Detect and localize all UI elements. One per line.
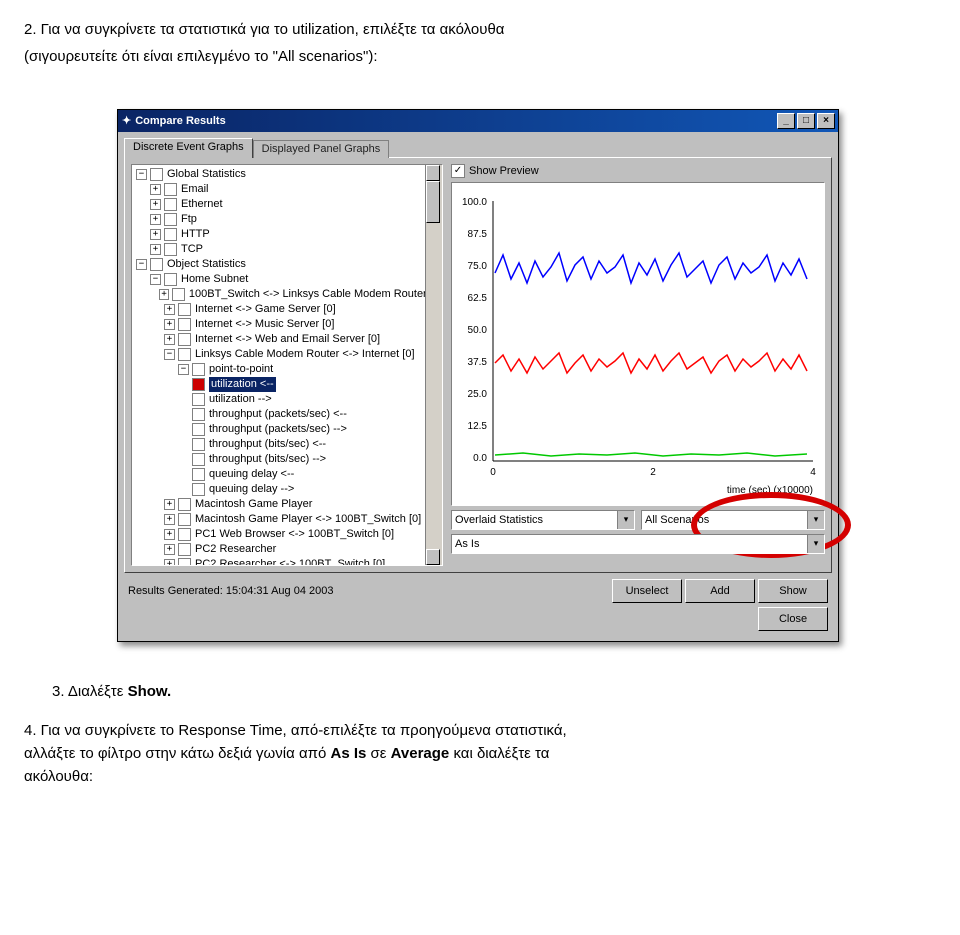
close-button[interactable]: Close: [758, 607, 828, 631]
close-window-button[interactable]: ×: [817, 113, 835, 129]
tree-node[interactable]: Ftp: [181, 212, 197, 227]
tree-node[interactable]: PC2 Researcher: [195, 542, 276, 557]
svg-text:75.0: 75.0: [468, 261, 488, 272]
step3-show: Show.: [128, 683, 172, 700]
svg-text:100.0: 100.0: [462, 197, 487, 208]
svg-text:37.5: 37.5: [468, 357, 488, 368]
app-icon: ✦: [122, 114, 131, 127]
tree-node[interactable]: queuing delay -->: [209, 482, 294, 497]
chevron-down-icon: ▾: [807, 535, 824, 553]
svg-text:50.0: 50.0: [468, 325, 488, 336]
svg-text:0.0: 0.0: [473, 453, 487, 464]
tree-node[interactable]: Ethernet: [181, 197, 223, 212]
svg-text:0: 0: [490, 467, 496, 478]
tree-node[interactable]: Internet <-> Game Server [0]: [195, 302, 336, 317]
show-button[interactable]: Show: [758, 579, 828, 603]
svg-text:87.5: 87.5: [468, 229, 488, 240]
results-generated-label: Results Generated: 15:04:31 Aug 04 2003: [128, 585, 334, 597]
svg-text:62.5: 62.5: [468, 293, 488, 304]
tree-node[interactable]: Internet <-> Music Server [0]: [195, 317, 334, 332]
step3-text: 3. Διαλέξτε: [52, 683, 128, 700]
checked-icon[interactable]: [192, 378, 205, 391]
tree-node[interactable]: throughput (packets/sec) -->: [209, 422, 347, 437]
step2-line2: (σιγουρευτείτε ότι είναι επιλεγμένο το "…: [24, 48, 378, 65]
tab-discrete-event-graphs[interactable]: Discrete Event Graphs: [124, 138, 253, 158]
collapse-icon[interactable]: −: [136, 169, 147, 180]
svg-text:12.5: 12.5: [468, 421, 488, 432]
scenario-select[interactable]: All Scenarios ▾: [641, 510, 825, 530]
preview-plot: 100.0 87.5 75.0 62.5 50.0 37.5 25.0 12.5…: [451, 182, 825, 506]
filter-select[interactable]: As Is ▾: [451, 534, 825, 554]
tree-node[interactable]: Global Statistics: [167, 167, 246, 182]
unselect-button[interactable]: Unselect: [612, 579, 682, 603]
tree-node[interactable]: HTTP: [181, 227, 210, 242]
svg-text:2: 2: [650, 467, 656, 478]
tree-node[interactable]: Macintosh Game Player <-> 100BT_Switch […: [195, 512, 421, 527]
step2-line1: 2. Για να συγκρίνετε τα στατιστικά για τ…: [24, 21, 504, 38]
display-mode-select[interactable]: Overlaid Statistics ▾: [451, 510, 635, 530]
tree-node[interactable]: TCP: [181, 242, 203, 257]
tree-node[interactable]: Internet <-> Web and Email Server [0]: [195, 332, 380, 347]
add-button[interactable]: Add: [685, 579, 755, 603]
tree-node-selected[interactable]: utilization <--: [209, 377, 276, 392]
tree-node[interactable]: point-to-point: [209, 362, 273, 377]
svg-text:25.0: 25.0: [468, 389, 488, 400]
tree-node[interactable]: throughput (packets/sec) <--: [209, 407, 347, 422]
tree-node[interactable]: PC1 Web Browser <-> 100BT_Switch [0]: [195, 527, 394, 542]
tree-scrollbar[interactable]: [425, 165, 442, 565]
tab-panel: −Global Statistics +Email +Ethernet +Ftp…: [124, 157, 832, 573]
tree-node[interactable]: Linksys Cable Modem Router <-> Internet …: [195, 347, 415, 362]
expand-icon[interactable]: +: [150, 184, 161, 195]
selectors-row: Overlaid Statistics ▾ All Scenarios ▾: [451, 510, 825, 530]
tree-node[interactable]: queuing delay <--: [209, 467, 294, 482]
instruction-step-2: 2. Για να συγκρίνετε τα στατιστικά για τ…: [24, 18, 932, 69]
tab-displayed-panel-graphs[interactable]: Displayed Panel Graphs: [253, 140, 390, 158]
bottom-bar: Results Generated: 15:04:31 Aug 04 2003 …: [124, 573, 832, 607]
tree-node[interactable]: PC2 Researcher <-> 100BT_Switch [0]: [195, 557, 385, 566]
tree-node[interactable]: Email: [181, 182, 209, 197]
statistics-tree[interactable]: −Global Statistics +Email +Ethernet +Ftp…: [131, 164, 443, 566]
show-preview-checkbox[interactable]: ✓ Show Preview: [451, 164, 825, 178]
instruction-step-3-4: 3. Διαλέξτε Show. 4. Για να συγκρίνετε τ…: [24, 680, 932, 789]
tree-node[interactable]: throughput (bits/sec) <--: [209, 437, 326, 452]
minimize-button[interactable]: _: [777, 113, 795, 129]
tree-node[interactable]: throughput (bits/sec) -->: [209, 452, 326, 467]
svg-text:time (sec) (x10000): time (sec) (x10000): [727, 485, 813, 496]
tree-node[interactable]: Object Statistics: [167, 257, 246, 272]
titlebar[interactable]: ✦ Compare Results _ □ ×: [118, 110, 838, 132]
maximize-button[interactable]: □: [797, 113, 815, 129]
tabs: Discrete Event Graphs Displayed Panel Gr…: [124, 138, 832, 158]
window-title: Compare Results: [135, 115, 225, 127]
chevron-down-icon: ▾: [807, 511, 824, 529]
svg-text:4: 4: [810, 467, 816, 478]
check-icon: ✓: [451, 164, 465, 178]
tree-node[interactable]: 100BT_Switch <-> Linksys Cable Modem Rou…: [189, 287, 442, 302]
tree-node[interactable]: Home Subnet: [181, 272, 248, 287]
tree-node[interactable]: utilization -->: [209, 392, 272, 407]
tree-node[interactable]: Macintosh Game Player: [195, 497, 312, 512]
compare-results-window: ✦ Compare Results _ □ × Discrete Event G…: [117, 109, 839, 642]
chevron-down-icon: ▾: [617, 511, 634, 529]
